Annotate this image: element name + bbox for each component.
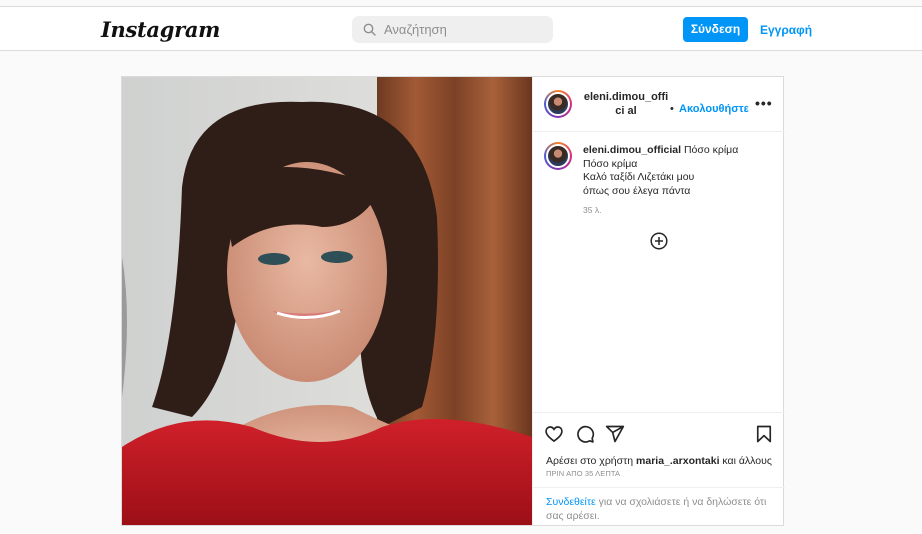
caption-line-2: Πόσο κρίμα xyxy=(583,157,638,170)
caption-line-1: Πόσο κρίμα xyxy=(683,144,739,156)
comment-icon[interactable] xyxy=(575,424,595,444)
author-avatar[interactable] xyxy=(544,90,572,118)
likes-prefix: Αρέσει στο χρήστη xyxy=(546,455,634,467)
author-username[interactable]: eleni.dimou_offici al xyxy=(582,90,670,118)
search-icon xyxy=(363,23,376,36)
post-sidebar: eleni.dimou_offici al • Ακολουθήστε ••• … xyxy=(532,77,785,525)
caption-avatar[interactable] xyxy=(544,142,572,170)
heart-icon[interactable] xyxy=(544,424,564,444)
top-navigation-bar: Instagram Σύνδεση Εγγραφή xyxy=(0,6,922,51)
instagram-logo[interactable]: Instagram xyxy=(101,17,220,42)
login-to-comment: Συνδεθείτε για να σχολιάσετε ή να δηλώσε… xyxy=(533,487,785,525)
post-card: eleni.dimou_offici al • Ακολουθήστε ••• … xyxy=(121,76,785,526)
caption-text: eleni.dimou_official Πόσο κρίμα Πόσο κρί… xyxy=(583,144,773,198)
bookmark-icon[interactable] xyxy=(754,424,774,444)
login-link[interactable]: Συνδεθείτε xyxy=(546,496,596,508)
more-options-icon[interactable]: ••• xyxy=(755,95,773,111)
caption-timestamp: 35 λ. xyxy=(583,205,602,215)
likes-user-link[interactable]: maria_.arxontaki xyxy=(636,455,719,467)
login-button[interactable]: Σύνδεση xyxy=(683,17,748,42)
search-input[interactable] xyxy=(384,20,544,39)
signup-link[interactable]: Εγγραφή xyxy=(760,23,812,37)
caption-username[interactable]: eleni.dimou_official xyxy=(583,144,681,156)
share-icon[interactable] xyxy=(605,424,625,444)
likes-suffix[interactable]: και άλλους xyxy=(722,455,772,467)
post-timestamp[interactable]: ΠΡΙΝ ΑΠΟ 35 ΛΕΠΤΑ xyxy=(546,469,620,478)
post-actions: Αρέσει στο χρήστη maria_.arxontaki και ά… xyxy=(533,412,785,525)
add-comment-icon[interactable] xyxy=(650,232,668,250)
separator-dot: • xyxy=(670,103,674,115)
caption-line-3: Καλό ταξίδι Λιζετάκι μου xyxy=(583,171,695,183)
login-prompt: Συνδεθείτε για να σχολιάσετε ή να δηλώσε… xyxy=(546,495,776,523)
post-photo[interactable] xyxy=(122,77,532,525)
search-box[interactable] xyxy=(352,16,553,43)
portrait-image xyxy=(122,77,532,525)
likes-summary: Αρέσει στο χρήστη maria_.arxontaki και ά… xyxy=(546,455,772,467)
follow-button[interactable]: Ακολουθήστε xyxy=(679,103,749,115)
post-header: eleni.dimou_offici al • Ακολουθήστε ••• xyxy=(533,77,785,132)
caption-line-4: όπως σου έλεγα πάντα xyxy=(583,184,691,197)
